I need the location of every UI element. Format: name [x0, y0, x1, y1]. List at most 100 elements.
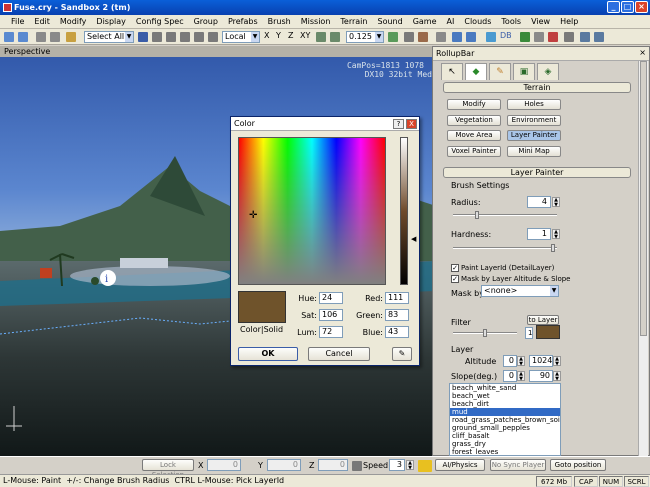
axis-y-button[interactable]: Y	[276, 31, 281, 43]
sat-field[interactable]: 106	[319, 309, 343, 321]
menu-config-spec[interactable]: Config Spec	[131, 17, 189, 26]
terrain-follow-icon[interactable]	[316, 32, 326, 42]
list-item[interactable]: cliff_basalt	[450, 432, 560, 440]
to-layer-button[interactable]: to Layer	[527, 315, 559, 325]
y-field[interactable]: 0	[267, 459, 301, 471]
help-button[interactable]: ?	[393, 119, 404, 129]
hue-field[interactable]: 24	[319, 292, 343, 304]
tab-layers[interactable]: ◈	[537, 63, 559, 80]
slope-min-spinner[interactable]: ▲ ▼	[517, 371, 525, 382]
speed-field[interactable]: 3	[389, 459, 405, 471]
scale-icon[interactable]	[180, 32, 190, 42]
snap-to-grid-icon[interactable]	[330, 32, 340, 42]
hardness-spinner[interactable]: ▲ ▼	[552, 229, 560, 240]
menu-brush[interactable]: Brush	[263, 17, 296, 26]
list-item[interactable]: ground_small_pepples	[450, 424, 560, 432]
hardness-slider[interactable]	[453, 247, 557, 249]
globe-icon[interactable]	[486, 32, 496, 42]
filter-color-swatch[interactable]	[536, 325, 560, 339]
menu-mission[interactable]: Mission	[296, 17, 336, 26]
menu-file[interactable]: File	[6, 17, 29, 26]
move-icon[interactable]	[152, 32, 162, 42]
goto-position-button[interactable]: Goto position	[550, 459, 606, 471]
tab-objects[interactable]: ↖	[441, 63, 463, 80]
slope-min-field[interactable]: 0	[503, 370, 517, 382]
terrain-collision-icon[interactable]	[418, 460, 432, 472]
db-label[interactable]: DB	[500, 31, 512, 43]
list-item[interactable]: forest_leaves	[450, 448, 560, 455]
material-icon[interactable]	[418, 32, 428, 42]
menu-help[interactable]: Help	[555, 17, 583, 26]
x-field[interactable]: 0	[207, 459, 241, 471]
close-button[interactable]: ×	[635, 1, 648, 13]
luminance-bar[interactable]	[400, 137, 408, 285]
list-item[interactable]: grass_dry	[450, 440, 560, 448]
holes-button[interactable]: Holes	[507, 99, 561, 110]
menu-tools[interactable]: Tools	[496, 17, 526, 26]
viewport-label[interactable]: Perspective	[4, 47, 50, 56]
link-icon[interactable]	[36, 32, 46, 42]
z-field[interactable]: 0	[318, 459, 348, 471]
redo-icon[interactable]	[18, 32, 28, 42]
pointer-icon[interactable]	[138, 32, 148, 42]
no-sync-player-button[interactable]: No Sync Player	[490, 459, 546, 471]
list-item[interactable]: beach_wet	[450, 392, 560, 400]
snap-icon[interactable]	[208, 32, 218, 42]
slope-max-spinner[interactable]: ▲ ▼	[553, 371, 561, 382]
rollup-close-icon[interactable]: ×	[639, 48, 646, 57]
coord-system-combo[interactable]: Local ▼	[222, 31, 260, 43]
maximize-button[interactable]: □	[621, 1, 634, 13]
snap-value-combo[interactable]: 0.125 ▼	[346, 31, 384, 43]
hardness-field[interactable]: 1	[527, 228, 551, 240]
unlink-icon[interactable]	[50, 32, 60, 42]
axis-x-button[interactable]: X	[264, 31, 269, 43]
green-field[interactable]: 83	[385, 309, 409, 321]
menu-clouds[interactable]: Clouds	[459, 17, 496, 26]
speed-spinner[interactable]: ▲ ▼	[406, 460, 414, 471]
list-item[interactable]: beach_dirt	[450, 400, 560, 408]
play-icon[interactable]	[520, 32, 530, 42]
filter-slider-thumb[interactable]	[483, 329, 487, 337]
radius-slider[interactable]	[453, 214, 557, 216]
layer-painter-panel-header[interactable]: Layer Painter	[443, 167, 631, 178]
eyedropper-button[interactable]: ✎	[392, 347, 412, 361]
selection-combo[interactable]: Select All ▼	[84, 31, 134, 43]
layer-painter-button[interactable]: Layer Painter	[507, 130, 561, 141]
select-terrain-icon[interactable]	[194, 32, 204, 42]
voxel-painter-button[interactable]: Voxel Painter	[447, 146, 501, 157]
script-icon[interactable]	[564, 32, 574, 42]
radius-spinner[interactable]: ▲ ▼	[552, 197, 560, 208]
physics-icon[interactable]	[534, 32, 544, 42]
tab-terrain[interactable]: ◆	[465, 63, 487, 80]
slope-max-field[interactable]: 90	[529, 370, 553, 382]
menu-prefabs[interactable]: Prefabs	[223, 17, 263, 26]
rotate-icon[interactable]	[166, 32, 176, 42]
terrain-panel-header[interactable]: Terrain	[443, 82, 631, 93]
environment-button[interactable]: Environment	[507, 115, 561, 126]
menu-display[interactable]: Display	[91, 17, 131, 26]
radius-slider-thumb[interactable]	[475, 211, 479, 219]
filter-field[interactable]: 1	[525, 327, 533, 339]
ruler-icon[interactable]	[404, 32, 414, 42]
info-icon[interactable]	[580, 32, 590, 42]
scrollbar-thumb[interactable]	[640, 61, 647, 336]
paint-layerid-checkbox[interactable]: ✓	[451, 264, 459, 272]
lock-icon[interactable]	[352, 461, 362, 471]
menu-modify[interactable]: Modify	[55, 17, 92, 26]
settings-icon[interactable]	[594, 32, 604, 42]
lum-field[interactable]: 72	[319, 326, 343, 338]
menu-edit[interactable]: Edit	[29, 17, 55, 26]
move-area-button[interactable]: Move Area	[447, 130, 501, 141]
terrain-editor-icon[interactable]	[452, 32, 462, 42]
color-spectrum[interactable]: ✛	[238, 137, 386, 285]
axis-z-button[interactable]: Z	[288, 31, 293, 43]
altitude-min-field[interactable]: 0	[503, 355, 517, 367]
select-icon[interactable]	[66, 32, 76, 42]
lock-selection-button[interactable]: Lock Selection	[142, 459, 194, 479]
menu-terrain[interactable]: Terrain	[335, 17, 372, 26]
camera-icon[interactable]	[436, 32, 446, 42]
ok-button[interactable]: OK	[238, 347, 298, 361]
database-icon[interactable]	[466, 32, 476, 42]
mask-altitude-checkbox[interactable]: ✓	[451, 275, 459, 283]
ai-physics-button[interactable]: AI/Physics	[435, 459, 485, 471]
